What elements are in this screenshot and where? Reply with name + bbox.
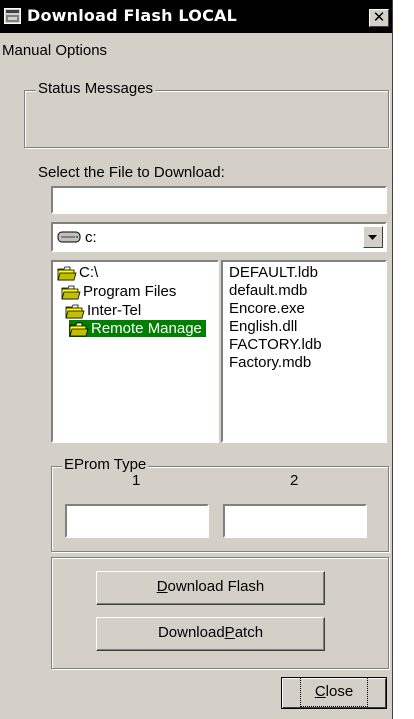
download-flash-label: Download Flash: [156, 578, 265, 595]
drive-select[interactable]: c:: [51, 222, 387, 252]
folder-item-program-files[interactable]: Program Files: [61, 283, 176, 300]
file-item[interactable]: default.mdb: [229, 282, 307, 299]
file-item[interactable]: FACTORY.ldb: [229, 336, 322, 353]
download-flash-window: Download Flash LOCAL ✕ Manual Options St…: [0, 0, 393, 719]
open-folder-icon: [65, 304, 85, 318]
app-icon: [4, 8, 21, 24]
close-label: Close: [299, 677, 369, 707]
file-item[interactable]: Factory.mdb: [229, 354, 311, 371]
filename-input[interactable]: [51, 186, 387, 214]
chevron-down-icon: [368, 235, 377, 240]
download-patch-button[interactable]: Download Patch: [96, 617, 325, 651]
download-flash-button[interactable]: Download Flash: [96, 571, 325, 605]
menu-bar: Manual Options: [0, 33, 392, 61]
folder-tree[interactable]: C:\ Program Files Inter-Tel Remote Manag…: [51, 260, 219, 443]
folder-item-root[interactable]: C:\: [57, 264, 98, 281]
window-title: Download Flash LOCAL: [27, 6, 237, 25]
eprom-1-field[interactable]: [65, 504, 209, 538]
drive-dropdown-button[interactable]: [363, 226, 383, 248]
folder-item-remote-manage[interactable]: Remote Manage: [69, 320, 206, 337]
status-messages-group: [24, 90, 389, 148]
eprom-2-field[interactable]: [223, 504, 367, 538]
folder-item-inter-tel[interactable]: Inter-Tel: [65, 302, 141, 319]
open-folder-icon: [57, 266, 77, 280]
folder-label: Inter-Tel: [87, 302, 142, 319]
close-window-button[interactable]: ✕: [369, 9, 389, 27]
eprom-col-2-label: 2: [290, 472, 299, 489]
open-folder-icon: [69, 322, 89, 336]
file-item[interactable]: Encore.exe: [229, 300, 305, 317]
drive-icon: [57, 231, 81, 243]
eprom-col-1-label: 1: [132, 472, 141, 489]
file-list[interactable]: DEFAULT.ldb default.mdb Encore.exe Engli…: [221, 260, 387, 443]
open-folder-icon: [61, 285, 81, 299]
select-file-label: Select the File to Download:: [38, 164, 225, 181]
download-patch-label: Download Patch: [157, 624, 264, 641]
folder-label: Remote Manage: [91, 320, 202, 337]
close-icon: ✕: [372, 8, 386, 26]
folder-label: Program Files: [83, 283, 177, 300]
eprom-type-label: EProm Type: [62, 456, 149, 473]
file-item[interactable]: DEFAULT.ldb: [229, 264, 318, 281]
file-item[interactable]: English.dll: [229, 318, 297, 335]
close-button[interactable]: Close: [281, 677, 387, 709]
title-bar[interactable]: Download Flash LOCAL ✕: [0, 0, 392, 33]
drive-value: c:: [85, 229, 97, 246]
menu-manual-options[interactable]: Manual Options: [2, 42, 107, 59]
status-messages-label: Status Messages: [36, 80, 156, 97]
folder-label: C:\: [79, 264, 99, 281]
